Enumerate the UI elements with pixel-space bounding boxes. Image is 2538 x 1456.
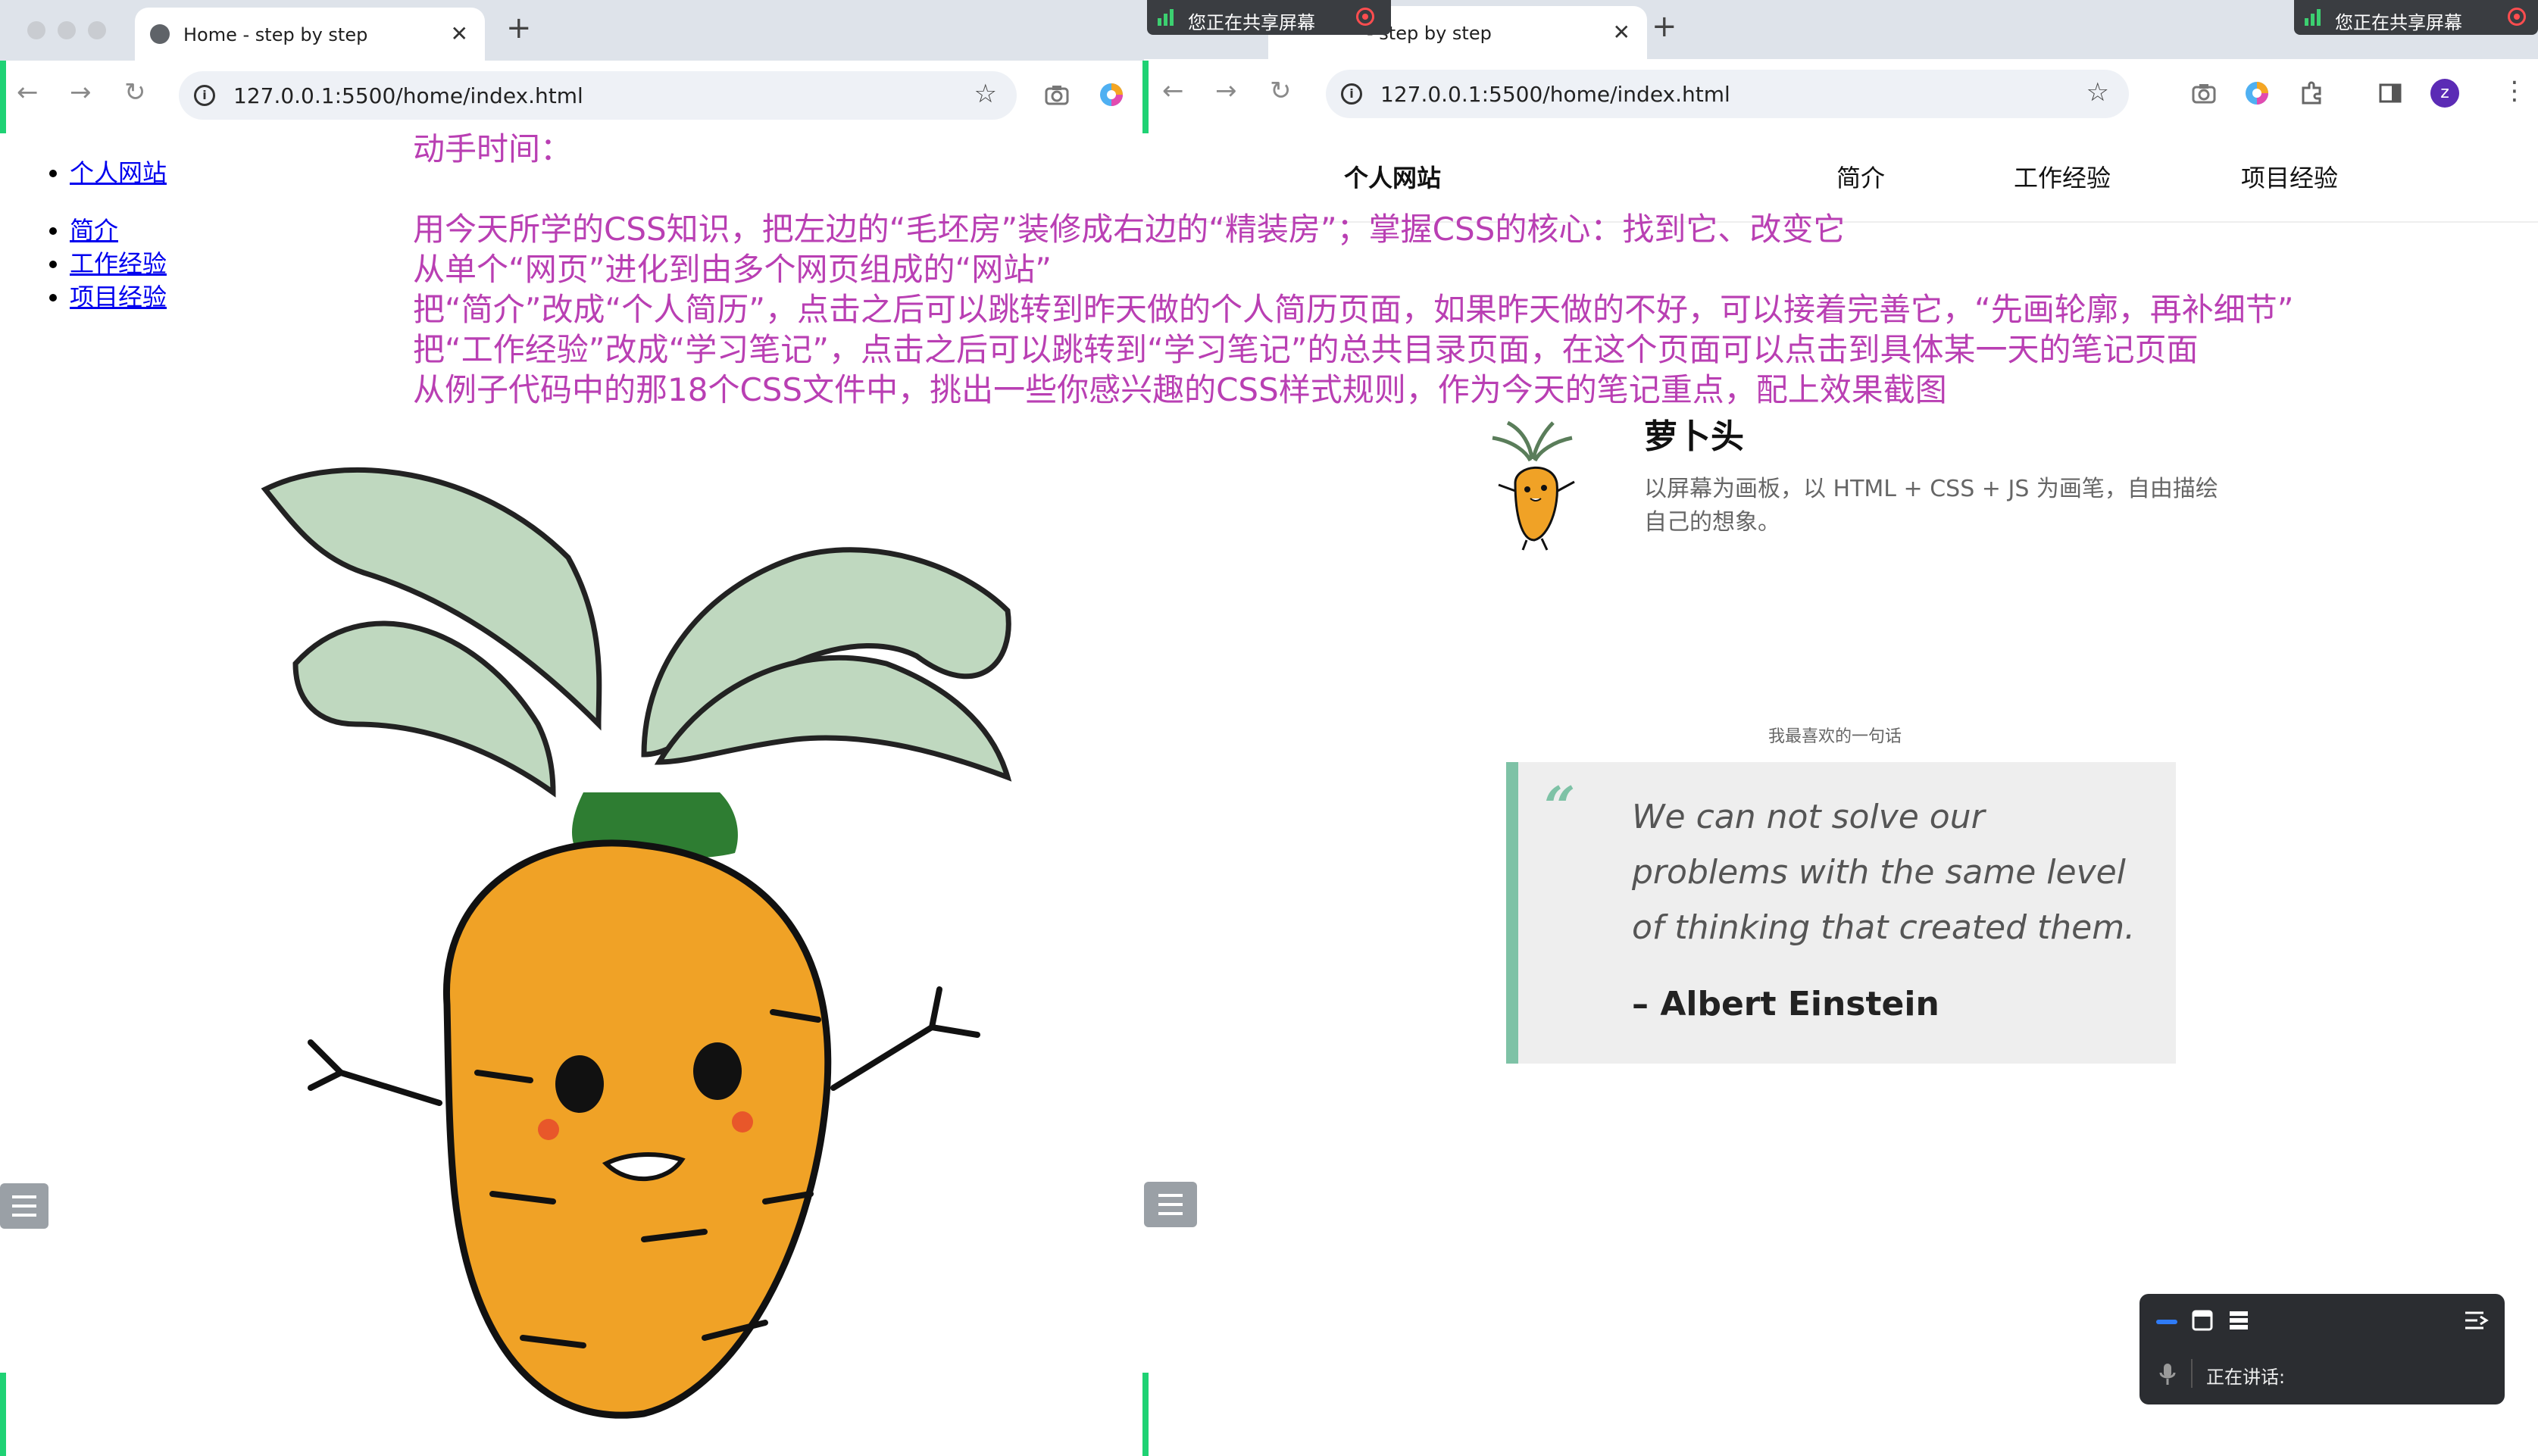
overlay-line: 从单个“网页”进化到由多个网页组成的“网站” (413, 251, 1052, 288)
minimize-icon[interactable] (2156, 1320, 2177, 1324)
list-menu-icon[interactable] (0, 1183, 48, 1229)
overlay-line: 从例子代码中的那18个CSS文件中，挑出一些你感兴趣的CSS样式规则，作为今天的… (413, 371, 1947, 408)
quote-author: – Albert Einstein (1632, 985, 1939, 1023)
carrot-illustration (261, 467, 1012, 1419)
browser-toolbar: ← → ↻ i 127.0.0.1:5500/home/index.html ☆ (0, 61, 1144, 135)
list-item: 个人网站 (70, 156, 167, 189)
new-tab-button[interactable]: + (1652, 9, 1677, 44)
list-menu-icon[interactable] (1144, 1182, 1197, 1227)
overlay-line: 动手时间： (413, 130, 573, 167)
collapse-panel-icon[interactable] (2464, 1309, 2490, 1332)
carrot-avatar (1492, 420, 1575, 551)
top-nav-list: 个人网站 (45, 156, 167, 189)
screen-share-badge-right[interactable]: 您正在共享屏幕 (2294, 0, 2538, 35)
info-icon[interactable]: i (1341, 83, 1362, 105)
more-icon[interactable]: ⋮ (2502, 76, 2527, 106)
overlay-line: 把“工作经验”改成“学习笔记”，点击之后可以跳转到“学习笔记”的总共目录页面，在… (413, 331, 2199, 368)
share-border-left-bottom (0, 1373, 6, 1456)
screen-share-text: 您正在共享屏幕 (2335, 12, 2462, 33)
microphone-icon[interactable] (2159, 1362, 2176, 1386)
overlay-line: 用今天所学的CSS知识，把左边的“毛坯房”装修成右边的“精装房”；掌握CSS的核… (413, 211, 1846, 248)
tab-strip: Home - step by step ✕ + (0, 0, 1144, 61)
color-wheel-icon[interactable] (2244, 80, 2270, 106)
favorite-quote-label: 我最喜欢的一句话 (1768, 727, 1902, 746)
stop-sharing-icon[interactable] (2508, 8, 2526, 26)
zoom-window-dot[interactable] (88, 21, 106, 39)
profile-avatar-icon[interactable]: z (2430, 79, 2459, 108)
globe-icon (150, 24, 170, 44)
active-tab[interactable]: Home - step by step ✕ (135, 8, 485, 61)
tab-close-icon[interactable]: ✕ (451, 21, 468, 46)
star-icon[interactable]: ☆ (2086, 77, 2109, 108)
window-layout-icon[interactable] (2191, 1309, 2214, 1332)
extensions-icon[interactable] (2299, 80, 2324, 106)
minimize-window-dot[interactable] (58, 21, 76, 39)
camera-icon[interactable] (1044, 82, 1070, 108)
screen-share-text: 您正在共享屏幕 (1188, 12, 1315, 33)
address-bar[interactable]: i 127.0.0.1:5500/home/index.html ☆ (1326, 70, 2129, 118)
nav-link-site[interactable]: 个人网站 (70, 158, 167, 187)
share-border-middle (1142, 61, 1149, 133)
grid-layout-icon[interactable] (2227, 1309, 2250, 1332)
forward-arrow-icon[interactable]: → (70, 77, 92, 108)
speaking-label: 正在讲话: (2206, 1367, 2286, 1388)
color-wheel-icon[interactable] (1099, 82, 1124, 108)
back-arrow-icon[interactable]: ← (1162, 76, 1184, 106)
nav-link-projects[interactable]: 项目经验 (70, 283, 167, 311)
list-item: 工作经验 (70, 247, 167, 280)
list-item: 项目经验 (70, 280, 167, 314)
overlay-line: 把“简介”改成“个人简历”，点击之后可以跳转到昨天做的个人简历页面，如果昨天做的… (413, 291, 2294, 328)
reload-icon[interactable]: ↻ (124, 77, 146, 108)
new-tab-button[interactable]: + (506, 11, 532, 45)
share-border-left (0, 61, 6, 133)
back-arrow-icon[interactable]: ← (17, 77, 39, 108)
browser-toolbar: ← → ↻ i 127.0.0.1:5500/home/index.html ☆… (1144, 59, 2538, 133)
url-text: 127.0.0.1:5500/home/index.html (233, 83, 583, 108)
instruction-overlay: 动手时间： 用今天所学的CSS知识，把左边的“毛坯房”装修成右边的“精装房”；掌… (413, 129, 2534, 410)
info-icon[interactable]: i (194, 85, 215, 106)
nav-links-list: 简介 工作经验 项目经验 (45, 214, 167, 314)
tab-title: Home - step by step (183, 24, 368, 45)
forward-arrow-icon[interactable]: → (1215, 76, 1237, 106)
address-bar[interactable]: i 127.0.0.1:5500/home/index.html ☆ (179, 71, 1017, 120)
reload-icon[interactable]: ↻ (1270, 76, 1292, 106)
quote-mark-icon: “ (1544, 774, 1576, 839)
profile-name: 萝卜头 (1644, 417, 1744, 456)
share-border-middle-bottom (1142, 1373, 1149, 1456)
tab-close-icon[interactable]: ✕ (1613, 20, 1630, 45)
nav-link-work[interactable]: 工作经验 (70, 249, 167, 278)
meeting-control-panel: 正在讲话: (2139, 1294, 2505, 1404)
quote-block: “ We can not solve our problems with the… (1506, 762, 2176, 1064)
camera-icon[interactable] (2191, 80, 2217, 106)
sidepanel-icon[interactable] (2377, 80, 2403, 106)
list-item: 简介 (70, 214, 167, 247)
screen-share-badge[interactable]: 您正在共享屏幕 (1147, 0, 1391, 35)
stop-sharing-icon[interactable] (1356, 8, 1374, 26)
quote-text: We can not solve our problems with the s… (1632, 798, 2136, 947)
overlay-line (413, 169, 2534, 209)
profile-description: 以屏幕为画板，以 HTML + CSS + JS 为画笔，自由描绘自己的想象。 (1644, 476, 2218, 536)
star-icon[interactable]: ☆ (974, 79, 997, 109)
url-text: 127.0.0.1:5500/home/index.html (1380, 82, 1730, 107)
close-window-dot[interactable] (27, 21, 45, 39)
nav-link-intro[interactable]: 简介 (70, 216, 118, 245)
